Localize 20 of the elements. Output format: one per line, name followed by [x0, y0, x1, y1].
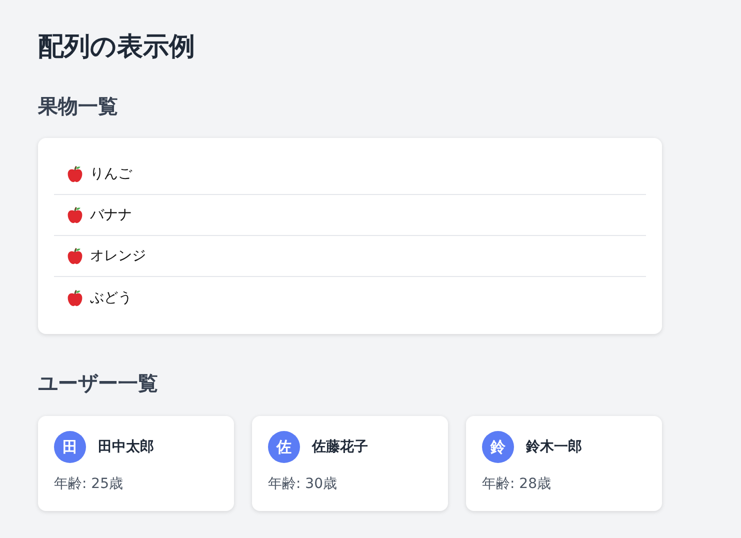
section-heading: ユーザー一覧 — [38, 370, 159, 397]
fruit-name: ぶどう — [90, 288, 132, 306]
apple-icon — [66, 206, 84, 224]
user-name: 佐藤花子 — [312, 438, 368, 456]
user-age: 年齢: 25歳 — [54, 475, 124, 494]
section-heading: 果物一覧 — [38, 93, 119, 120]
page-title: 配列の表示例 — [38, 31, 196, 64]
avatar: 佐 — [268, 431, 300, 463]
user-name: 田中太郎 — [98, 438, 154, 456]
apple-icon — [66, 288, 84, 306]
user-age: 年齢: 28歳 — [482, 475, 552, 494]
user-name: 鈴木一郎 — [526, 438, 582, 456]
apple-icon — [66, 247, 84, 265]
fruit-name: りんご — [90, 165, 132, 183]
apple-icon — [66, 165, 84, 183]
avatar: 鈴 — [482, 431, 514, 463]
avatar: 田 — [54, 431, 86, 463]
fruit-name: オレンジ — [90, 247, 146, 265]
fruit-name: バナナ — [90, 206, 132, 224]
user-age: 年齢: 30歳 — [268, 475, 338, 494]
